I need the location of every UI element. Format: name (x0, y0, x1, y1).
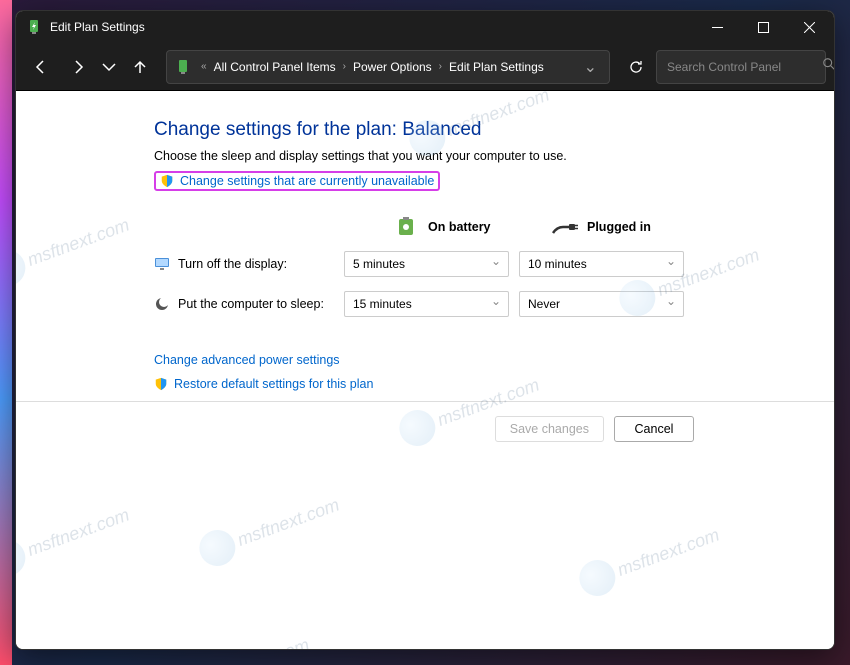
minimize-button[interactable] (694, 11, 740, 43)
advanced-power-settings-link[interactable]: Change advanced power settings (154, 353, 834, 367)
breadcrumb-power-options[interactable]: Power Options (350, 58, 435, 76)
battery-icon (392, 217, 420, 237)
sleep-label: Put the computer to sleep: (154, 296, 334, 312)
forward-button[interactable] (61, 50, 95, 84)
change-unavailable-settings-link[interactable]: Change settings that are currently unava… (154, 171, 440, 191)
window-title: Edit Plan Settings (50, 20, 694, 34)
address-bar[interactable]: « All Control Panel Items › Power Option… (166, 50, 610, 84)
search-input[interactable] (667, 60, 822, 74)
breadcrumb-prefix: « (201, 61, 207, 72)
turn-off-display-label: Turn off the display: (154, 256, 334, 272)
maximize-button[interactable] (740, 11, 786, 43)
app-window: Edit Plan Settings « All Control Panel I… (15, 10, 835, 650)
uac-link-label: Change settings that are currently unava… (180, 174, 434, 188)
breadcrumb-all-items[interactable]: All Control Panel Items (211, 58, 339, 76)
on-battery-header: On battery (344, 217, 509, 237)
refresh-button[interactable] (619, 50, 653, 84)
breadcrumb-edit-plan[interactable]: Edit Plan Settings (446, 58, 547, 76)
power-options-icon (26, 19, 42, 35)
chevron-right-icon: › (439, 61, 442, 72)
restore-defaults-link[interactable]: Restore default settings for this plan (154, 377, 834, 391)
shield-icon (154, 377, 168, 391)
content-area: Change settings for the plan: Balanced C… (16, 91, 834, 649)
navigation-bar: « All Control Panel Items › Power Option… (16, 43, 834, 91)
sleep-plugged-select[interactable]: Never (519, 291, 684, 317)
plug-icon (551, 217, 579, 237)
sleep-battery-select[interactable]: 15 minutes (344, 291, 509, 317)
action-buttons: Save changes Cancel (16, 401, 834, 456)
moon-icon (154, 296, 170, 312)
recent-locations-button[interactable] (98, 50, 120, 84)
close-button[interactable] (786, 11, 832, 43)
chevron-right-icon: › (343, 61, 346, 72)
plugged-in-header: Plugged in (519, 217, 684, 237)
save-button[interactable]: Save changes (495, 416, 604, 442)
search-icon (822, 57, 835, 76)
search-box[interactable] (656, 50, 826, 84)
display-battery-select[interactable]: 5 minutes (344, 251, 509, 277)
up-button[interactable] (123, 50, 157, 84)
cancel-button[interactable]: Cancel (614, 416, 694, 442)
display-plugged-select[interactable]: 10 minutes (519, 251, 684, 277)
titlebar: Edit Plan Settings (16, 11, 834, 43)
control-panel-icon (175, 59, 191, 75)
display-icon (154, 256, 170, 272)
shield-icon (160, 174, 174, 188)
back-button[interactable] (24, 50, 58, 84)
page-description: Choose the sleep and display settings th… (154, 149, 834, 163)
page-title: Change settings for the plan: Balanced (154, 119, 834, 141)
address-dropdown-icon[interactable]: ⌄ (580, 53, 601, 81)
